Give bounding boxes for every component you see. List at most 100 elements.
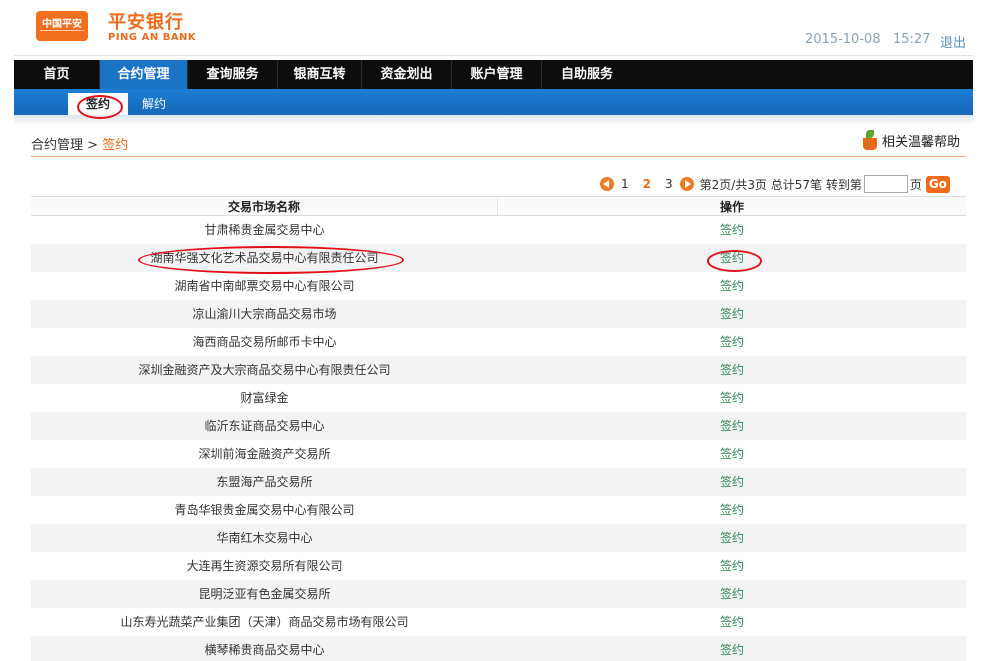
nav-account-management[interactable]: 账户管理: [452, 60, 542, 89]
action-cell: 签约: [498, 384, 966, 412]
action-cell: 签约: [498, 524, 966, 552]
market-name-cell: 青岛华银贵金属交易中心有限公司: [174, 503, 355, 517]
action-cell: 签约: [498, 272, 966, 300]
table-row: 深圳金融资产及大宗商品交易中心有限责任公司 签约: [31, 356, 966, 384]
market-name-cell: 华南红木交易中心: [216, 531, 313, 545]
nav-self-service[interactable]: 自助服务: [542, 60, 632, 89]
subnav-shadow: [14, 115, 973, 125]
table-row: 临沂东证商品交易中心 签约: [31, 412, 966, 440]
help-label: 相关温馨帮助: [882, 134, 961, 150]
sign-link[interactable]: 签约: [720, 447, 744, 461]
table-row: 甘肃稀贵金属交易中心 签约: [31, 216, 966, 244]
market-name-cell: 临沂东证商品交易中心: [204, 419, 325, 433]
action-cell: 签约: [498, 300, 966, 328]
action-cell: 签约: [498, 636, 966, 661]
annotation-circle: [138, 246, 404, 274]
nav-fund-transfer-out[interactable]: 资金划出: [362, 60, 452, 89]
sign-link[interactable]: 签约: [720, 307, 744, 321]
sign-link[interactable]: 签约: [720, 587, 744, 601]
sign-link[interactable]: 签约: [720, 391, 744, 405]
table-row: 凉山渝川大宗商品交易市场 签约: [31, 300, 966, 328]
subtab-cancel-contract[interactable]: 解约: [142, 95, 166, 112]
market-name-cell: 大连再生资源交易所有限公司: [186, 559, 343, 573]
table-header: 交易市场名称 操作: [31, 196, 966, 216]
action-cell: 签约: [498, 468, 966, 496]
column-header-action: 操作: [719, 200, 744, 214]
market-name-cell: 湖南省中南邮票交易中心有限公司: [174, 279, 355, 293]
header: 中国平安 平安银行 PING AN BANK 2015-10-08 15:27 …: [14, 0, 973, 56]
breadcrumb-current: 签约: [102, 138, 129, 153]
table-row: 山东寿光蔬菜产业集团（天津）商品交易市场有限公司 签约: [31, 608, 966, 636]
action-cell: 签约: [498, 496, 966, 524]
action-cell: 签约: [498, 608, 966, 636]
table-row: 海西商品交易所邮币卡中心 签约: [31, 328, 966, 356]
pingan-logo: 中国平安: [36, 11, 88, 41]
current-datetime: 2015-10-08 15:27: [805, 32, 931, 47]
page-suffix: 页: [909, 177, 922, 192]
page-link-1[interactable]: 1: [621, 177, 629, 191]
help-link[interactable]: 相关温馨帮助: [862, 130, 960, 150]
goto-page-input[interactable]: [863, 175, 908, 193]
sign-link[interactable]: 签约: [720, 531, 744, 545]
next-page-icon[interactable]: [679, 177, 694, 191]
table-row: 昆明泛亚有色金属交易所 签约: [31, 580, 966, 608]
table-row: 青岛华银贵金属交易中心有限公司 签约: [31, 496, 966, 524]
brand-name-en: PING AN BANK: [108, 32, 197, 43]
breadcrumb: 合约管理 > 签约: [31, 134, 128, 153]
breadcrumb-parent[interactable]: 合约管理: [31, 138, 83, 153]
main-nav: 首页 合约管理 查询服务 银商互转 资金划出 账户管理 自助服务: [14, 60, 973, 89]
nav-home[interactable]: 首页: [14, 60, 100, 89]
market-name-cell: 昆明泛亚有色金属交易所: [198, 587, 331, 601]
sign-link[interactable]: 签约: [720, 615, 744, 629]
nav-query-service[interactable]: 查询服务: [188, 60, 278, 89]
table-row: 湖南省中南邮票交易中心有限公司 签约: [31, 272, 966, 300]
table-row: 东盟海产品交易所 签约: [31, 468, 966, 496]
action-cell: 签约: [498, 356, 966, 384]
action-cell: 签约: [498, 552, 966, 580]
sign-link[interactable]: 签约: [720, 559, 744, 573]
go-button[interactable]: Go: [925, 175, 950, 193]
action-cell: 签约: [498, 580, 966, 608]
sign-link[interactable]: 签约: [720, 419, 744, 433]
table-row: 深圳前海金融资产交易所 签约: [31, 440, 966, 468]
annotation-circle: [77, 95, 123, 119]
sign-link[interactable]: 签约: [720, 475, 744, 489]
prev-page-icon[interactable]: [600, 177, 614, 191]
column-header-market-name: 交易市场名称: [31, 197, 498, 215]
pagination: 1 2 3 第2页/共3页 总计57笔 转到第 页 Go: [600, 174, 950, 194]
market-name-cell: 甘肃稀贵金属交易中心: [204, 223, 325, 237]
market-name-cell: 财富绿金: [240, 391, 289, 405]
action-cell: 签约: [498, 216, 966, 244]
market-name-cell: 山东寿光蔬菜产业集团（天津）商品交易市场有限公司: [120, 615, 409, 629]
table-row: 华南红木交易中心 签约: [31, 524, 966, 552]
market-name-cell: 凉山渝川大宗商品交易市场: [192, 307, 337, 321]
market-name-cell: 东盟海产品交易所: [216, 475, 313, 489]
market-name-cell: 深圳金融资产及大宗商品交易中心有限责任公司: [138, 363, 391, 377]
market-name-cell: 深圳前海金融资产交易所: [198, 447, 331, 461]
table-row: 大连再生资源交易所有限公司 签约: [31, 552, 966, 580]
logo-text: 中国平安: [42, 19, 82, 30]
divider: [31, 156, 965, 157]
sign-link[interactable]: 签约: [720, 503, 744, 517]
brand-name-cn: 平安银行: [108, 12, 184, 33]
nav-bank-transfer[interactable]: 银商互转: [278, 60, 362, 89]
logout-link[interactable]: 退出: [940, 32, 966, 51]
sub-nav: 签约 解约: [14, 89, 973, 115]
action-cell: 签约: [498, 440, 966, 468]
sign-link[interactable]: 签约: [720, 335, 744, 349]
nav-contract-management[interactable]: 合约管理: [100, 60, 188, 89]
table-row: 财富绿金 签约: [31, 384, 966, 412]
page-link-2[interactable]: 2: [643, 177, 651, 191]
market-name-cell: 海西商品交易所邮币卡中心: [192, 335, 337, 349]
page-summary: 第2页/共3页 总计57笔 转到第: [699, 177, 862, 192]
annotation-circle: [707, 250, 762, 272]
market-name-cell: 横琴稀贵商品交易中心: [204, 643, 325, 657]
sign-link[interactable]: 签约: [720, 279, 744, 293]
table-row: 横琴稀贵商品交易中心 签约: [31, 636, 966, 661]
sign-link[interactable]: 签约: [720, 643, 744, 657]
action-cell: 签约: [498, 328, 966, 356]
sign-link[interactable]: 签约: [720, 363, 744, 377]
sign-link[interactable]: 签约: [720, 223, 744, 237]
page-link-3[interactable]: 3: [665, 177, 673, 191]
breadcrumb-separator: >: [87, 138, 99, 153]
